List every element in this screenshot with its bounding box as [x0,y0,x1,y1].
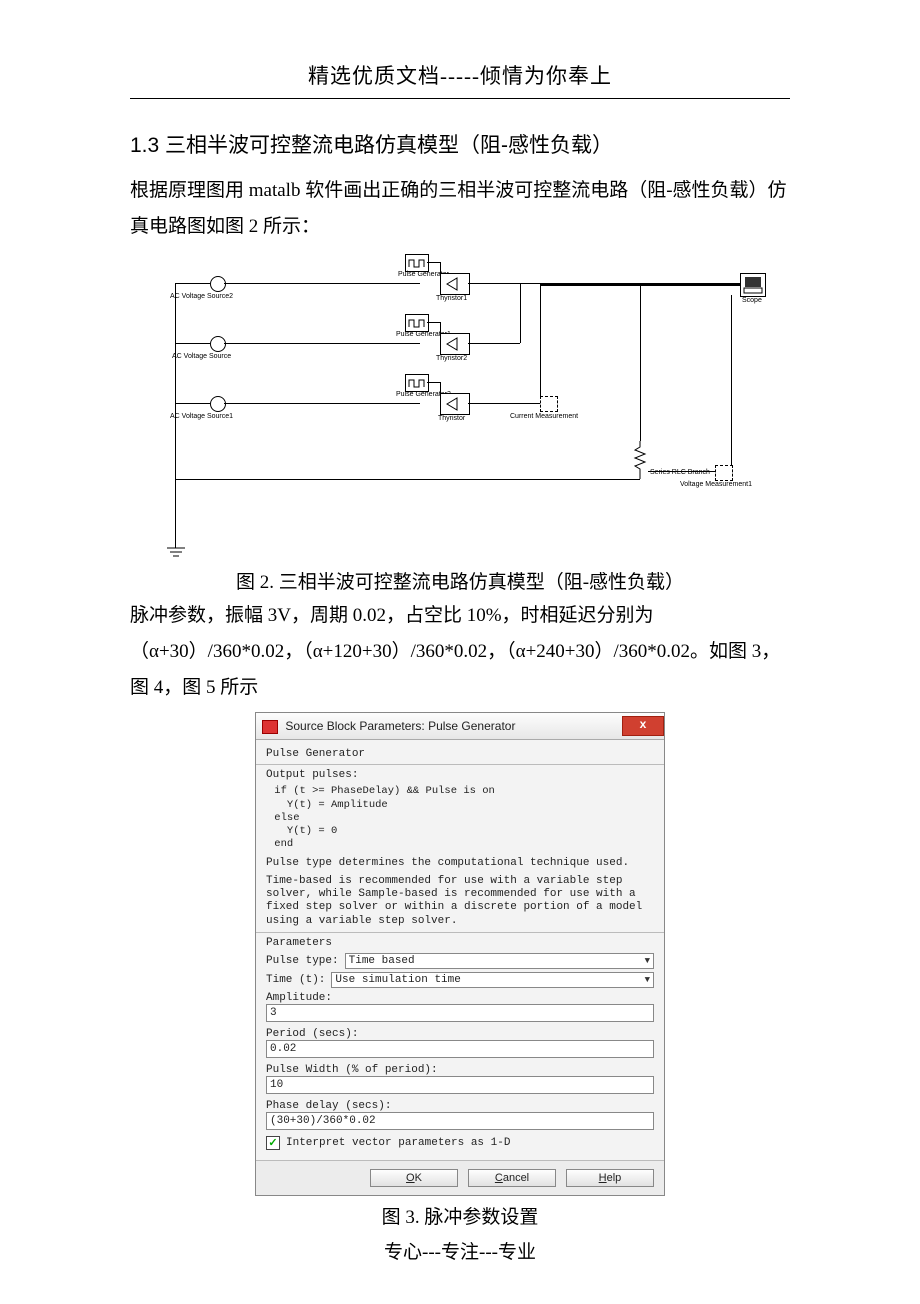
period-label: Period (secs): [266,1028,654,1040]
output-pulses-label: Output pulses: [266,769,654,781]
time-t-select[interactable]: Use simulation time▼ [331,972,654,988]
page-header: 精选优质文档-----倾情为你奉上 [130,60,790,99]
page-footer: 专心---专注---专业 [130,1237,790,1264]
pulse-code: if (t >= PhaseDelay) && Pulse is on Y(t)… [268,785,654,851]
ac-source2-label: AC Voltage Source2 [170,293,233,300]
ac-source1-label: AC Voltage Source1 [170,413,233,420]
time-t-label: Time (t): [266,974,325,986]
chevron-down-icon: ▼ [645,956,650,966]
dialog-heading: Pulse Generator [266,748,654,760]
width-label: Pulse Width (% of period): [266,1064,654,1076]
pulse-generator-dialog: Source Block Parameters: Pulse Generator… [255,712,665,1195]
section-title: 1.3 三相半波可控整流电路仿真模型（阻-感性负载） [130,129,790,159]
delay-input[interactable]: (30+30)/360*0.02 [266,1112,654,1130]
thyristor-label: Thyristor [438,415,465,422]
cancel-button[interactable]: Cancel [468,1169,556,1187]
pulse-params-paragraph: 脉冲参数，振幅 3V，周期 0.02，占空比 10%，时相延迟分别为（α+30）… [130,598,790,706]
period-input[interactable]: 0.02 [266,1040,654,1058]
simulink-icon [262,720,278,734]
figure-simulink-model: AC Voltage Source2 AC Voltage Source AC … [160,251,760,561]
delay-label: Phase delay (secs): [266,1100,654,1112]
interpret-1d-checkbox[interactable]: ✓ [266,1136,280,1150]
ac-source-label: AC Voltage Source [172,353,231,360]
width-input[interactable]: 10 [266,1076,654,1094]
thyristor1-label: Thyristor1 [436,295,467,302]
figure2-caption: 图 2. 三相半波可控整流电路仿真模型（阻-感性负载） [130,567,790,594]
pulse-type-label: Pulse type: [266,955,339,967]
volt-meas-label: Voltage Measurement1 [680,481,752,488]
dialog-desc1: Pulse type determines the computational … [266,857,654,869]
close-button[interactable]: x [622,716,664,736]
interpret-1d-label: Interpret vector parameters as 1-D [286,1137,510,1149]
amplitude-label: Amplitude: [266,992,654,1004]
parameters-heading: Parameters [266,937,654,949]
current-meas-label: Current Measurement [510,413,578,420]
scope-label: Scope [742,297,762,304]
figure3-caption: 图 3. 脉冲参数设置 [130,1202,790,1229]
intro-paragraph: 根据原理图用 matalb 软件画出正确的三相半波可控整流电路（阻-感性负载）仿… [130,173,790,245]
ok-button[interactable]: OK [370,1169,458,1187]
dialog-title: Source Block Parameters: Pulse Generator [285,719,515,733]
dialog-desc2: Time-based is recommended for use with a… [266,875,654,928]
help-button[interactable]: Help [566,1169,654,1187]
amplitude-input[interactable]: 3 [266,1004,654,1022]
pulse-type-select[interactable]: Time based▼ [345,953,654,969]
chevron-down-icon: ▼ [645,975,650,985]
thyristor2-label: Thyristor2 [436,355,467,362]
